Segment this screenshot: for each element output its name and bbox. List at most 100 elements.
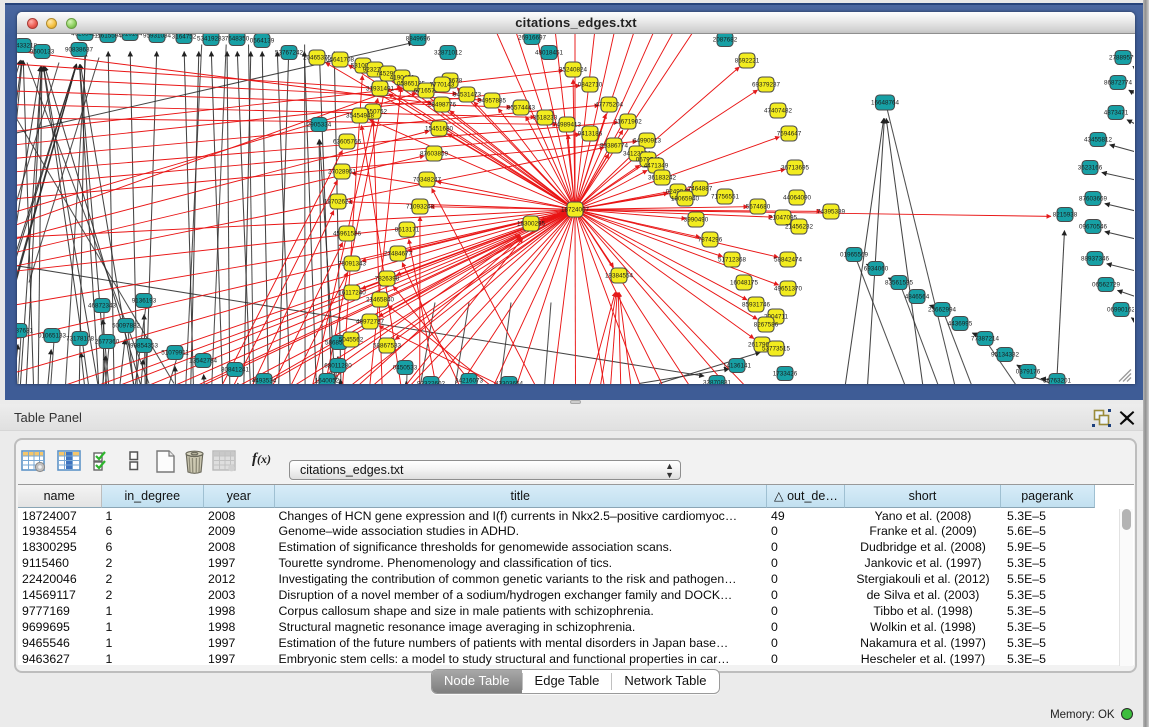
svg-text:51712368: 51712368 (718, 256, 747, 263)
svg-text:23662994: 23662994 (928, 306, 957, 313)
svg-text:87603669: 87603669 (1079, 195, 1108, 202)
svg-text:2087682: 2087682 (713, 36, 738, 43)
svg-text:92322602: 92322602 (417, 380, 446, 383)
svg-text:8215938: 8215938 (1053, 211, 1078, 218)
svg-text:51079911: 51079911 (161, 349, 189, 356)
svg-text:0379176: 0379176 (1016, 368, 1041, 375)
svg-text:95931034: 95931034 (143, 34, 172, 40)
svg-text:63605766: 63605766 (333, 138, 362, 145)
svg-text:88937346: 88937346 (1081, 255, 1110, 262)
svg-text:5674680: 5674680 (746, 203, 771, 210)
svg-text:5045562: 5045562 (339, 336, 364, 343)
svg-text:27889579: 27889579 (1109, 54, 1134, 61)
svg-text:77387214: 77387214 (971, 335, 1000, 342)
svg-text:18702621: 18702621 (324, 198, 353, 205)
svg-text:58867533: 58867533 (373, 342, 402, 349)
svg-text:31931491: 31931491 (366, 85, 395, 92)
svg-text:18724007: 18724007 (561, 206, 590, 213)
svg-text:99854353: 99854353 (130, 342, 159, 349)
svg-text:06990162: 06990162 (1107, 306, 1134, 313)
svg-text:99386774: 99386774 (600, 142, 629, 149)
svg-text:7826398: 7826398 (375, 275, 400, 282)
svg-text:01965569: 01965569 (840, 251, 869, 258)
svg-text:2677360: 2677360 (95, 338, 120, 345)
svg-text:53773515: 53773515 (762, 345, 791, 352)
svg-text:45961586: 45961586 (333, 230, 362, 237)
svg-text:34957885: 34957885 (478, 97, 507, 104)
svg-text:64990913: 64990913 (633, 137, 662, 144)
svg-text:58842474: 58842474 (774, 256, 803, 263)
svg-text:13542784: 13542784 (189, 357, 218, 364)
svg-text:46872343: 46872343 (88, 302, 117, 309)
svg-text:83561595: 83561595 (885, 279, 914, 286)
svg-text:36183242: 36183242 (648, 174, 677, 181)
svg-text:69379237: 69379237 (752, 81, 781, 88)
svg-text:34216073: 34216073 (455, 377, 484, 383)
svg-text:11671902: 11671902 (614, 118, 642, 125)
svg-text:68011280: 68011280 (324, 362, 352, 369)
svg-text:49651370: 49651370 (774, 285, 803, 292)
svg-text:44064090: 44064090 (783, 194, 812, 201)
svg-text:87603859: 87603859 (420, 150, 449, 157)
svg-text:7594647: 7594647 (777, 130, 802, 137)
svg-text:90838637: 90838637 (65, 46, 94, 53)
svg-text:49972787: 49972787 (356, 318, 385, 325)
svg-text:86872774: 86872774 (1104, 79, 1133, 86)
svg-text:85574443: 85574443 (507, 104, 536, 111)
svg-text:9136193: 9136193 (132, 297, 157, 304)
svg-text:7648350: 7648350 (225, 35, 250, 42)
svg-text:47407482: 47407482 (764, 107, 793, 114)
svg-text:21465840: 21465840 (366, 296, 395, 303)
svg-text:1640052: 1640052 (315, 377, 340, 383)
svg-text:14136141: 14136141 (723, 362, 752, 369)
svg-text:26916697: 26916697 (518, 34, 547, 41)
svg-text:7874296: 7874296 (698, 236, 723, 243)
svg-text:4493534: 4493534 (252, 377, 277, 383)
svg-text:71093248: 71093248 (406, 203, 435, 210)
svg-text:28498776: 28498776 (428, 101, 457, 108)
svg-text:18300295: 18300295 (517, 220, 546, 227)
svg-text:7816184: 7816184 (118, 34, 143, 38)
svg-text:0450533: 0450533 (393, 364, 418, 371)
svg-text:19065940: 19065940 (671, 195, 700, 202)
svg-text:7770143: 7770143 (430, 81, 455, 88)
svg-text:27028951: 27028951 (328, 168, 357, 175)
svg-text:15451680: 15451680 (425, 125, 454, 132)
svg-text:09670546: 09670546 (1079, 223, 1108, 230)
svg-text:74989413: 74989413 (553, 121, 582, 128)
svg-text:0564139: 0564139 (250, 37, 275, 44)
svg-text:43303654: 43303654 (495, 380, 524, 383)
svg-text:48018451: 48018451 (535, 49, 564, 56)
svg-text:99737631: 99737631 (17, 327, 33, 334)
svg-text:8613171: 8613171 (395, 226, 420, 233)
svg-text:01065133: 01065133 (38, 332, 67, 339)
svg-text:35454948: 35454948 (346, 112, 375, 119)
svg-text:4846564: 4846564 (905, 293, 930, 300)
svg-text:71756551: 71756551 (711, 193, 740, 200)
svg-text:2905334: 2905334 (307, 121, 332, 128)
svg-text:78091343: 78091343 (338, 260, 367, 267)
svg-text:9413186: 9413186 (578, 130, 603, 137)
svg-text:70348247: 70348247 (413, 176, 442, 183)
svg-text:43455812: 43455812 (1084, 136, 1113, 143)
svg-text:3623166: 3623166 (1078, 164, 1103, 171)
svg-text:0842710: 0842710 (578, 81, 603, 88)
svg-text:53419283: 53419283 (197, 35, 226, 42)
svg-text:74395339: 74395339 (817, 208, 846, 215)
svg-text:85931746: 85931746 (742, 301, 771, 308)
svg-text:16648764: 16648764 (871, 99, 900, 106)
svg-text:53767242: 53767242 (275, 49, 304, 56)
svg-text:8267586: 8267586 (754, 321, 779, 328)
svg-text:73178108: 73178108 (66, 335, 95, 342)
svg-text:80841241: 80841241 (221, 366, 250, 373)
svg-text:1733426: 1733426 (773, 370, 798, 377)
svg-text:32871012: 32871012 (434, 49, 463, 56)
svg-text:50097882: 50097882 (112, 322, 141, 329)
svg-text:9600133: 9600133 (30, 48, 55, 55)
svg-text:16048175: 16048175 (730, 279, 759, 286)
svg-text:3164752: 3164752 (172, 34, 197, 41)
svg-text:16117240: 16117240 (338, 289, 366, 296)
svg-text:27484677: 27484677 (384, 250, 413, 257)
svg-text:35240824: 35240824 (559, 66, 588, 73)
svg-text:47775204: 47775204 (595, 101, 624, 108)
